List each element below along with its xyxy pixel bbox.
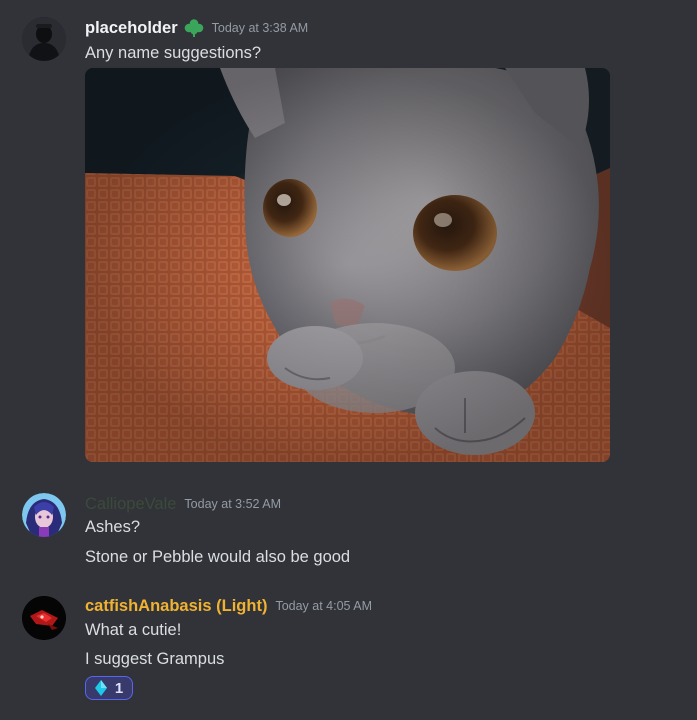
message-text: I suggest Grampus	[85, 650, 225, 668]
blue-diamond-icon	[94, 680, 107, 696]
username[interactable]: catfishAnabasis (Light)	[85, 595, 267, 617]
chat-messages: placeholder Today at 3:38 AM Any name su…	[0, 0, 697, 720]
message-header: catfishAnabasis (Light) Today at 4:05 AM	[85, 595, 372, 617]
message-header: CalliopeVale Today at 3:52 AM	[85, 493, 281, 515]
reaction-count: 1	[114, 679, 124, 697]
avatar[interactable]	[22, 596, 66, 640]
username[interactable]: CalliopeVale	[85, 493, 176, 515]
message-text: Ashes?	[85, 518, 141, 536]
message-text: What a cutie!	[85, 621, 182, 639]
avatar-red-ship-icon	[22, 596, 66, 640]
username[interactable]: placeholder	[85, 17, 178, 39]
reaction-button[interactable]: 1	[85, 676, 133, 700]
avatar-silhouette-icon	[22, 17, 66, 61]
message-text: Any name suggestions?	[85, 44, 262, 62]
kitten-photo[interactable]	[85, 68, 610, 462]
message-text: Stone or Pebble would also be good	[85, 548, 351, 566]
avatar[interactable]	[22, 493, 66, 537]
avatar-anime-icon	[22, 493, 66, 537]
avatar[interactable]	[22, 17, 66, 61]
message-header: placeholder Today at 3:38 AM	[85, 17, 308, 39]
timestamp: Today at 4:05 AM	[275, 599, 373, 613]
clover-icon[interactable]	[184, 18, 204, 38]
timestamp: Today at 3:52 AM	[184, 497, 282, 511]
timestamp: Today at 3:38 AM	[211, 21, 309, 35]
